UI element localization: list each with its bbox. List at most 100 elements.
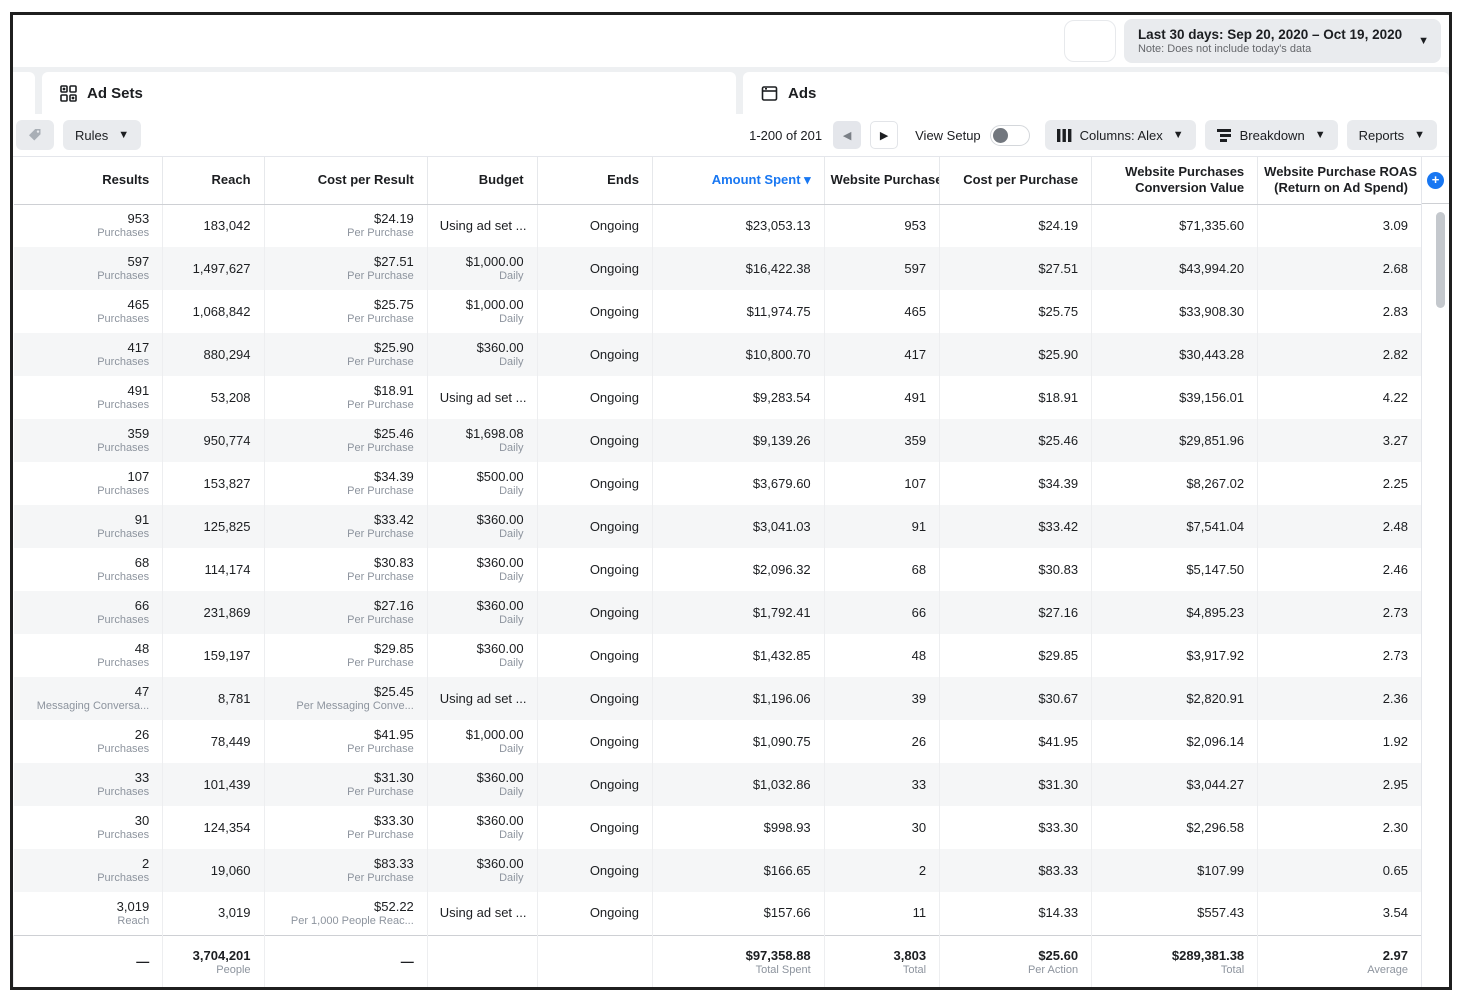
- table-cell: $10,800.70: [652, 333, 824, 376]
- table-cell: $18.91: [940, 376, 1092, 419]
- tab-ad-sets[interactable]: Ad Sets: [42, 72, 736, 114]
- table-row[interactable]: 107Purchases153,827$34.39Per Purchase$50…: [14, 462, 1422, 505]
- table-cell: Ongoing: [537, 419, 652, 462]
- table-cell: $27.16Per Purchase: [264, 591, 427, 634]
- column-header[interactable]: Website Purchases: [824, 157, 939, 204]
- date-range-selector[interactable]: Last 30 days: Sep 20, 2020 – Oct 19, 202…: [1124, 19, 1441, 63]
- table-cell: Ongoing: [537, 763, 652, 806]
- table-cell: $33.42: [940, 505, 1092, 548]
- table-cell: 465: [824, 290, 939, 333]
- toggle-knob: [993, 128, 1008, 143]
- table-cell: $25.46Per Purchase: [264, 419, 427, 462]
- vertical-scrollbar[interactable]: [1436, 212, 1445, 308]
- tab-ads[interactable]: Ads: [743, 72, 1449, 114]
- table-row[interactable]: 33Purchases101,439$31.30Per Purchase$360…: [14, 763, 1422, 806]
- columns-button[interactable]: Columns: Alex ▼: [1045, 120, 1196, 150]
- column-header[interactable]: Website PurchasesConversion Value: [1092, 157, 1258, 204]
- top-bar: Last 30 days: Sep 20, 2020 – Oct 19, 202…: [13, 15, 1449, 67]
- table-cell: $360.00Daily: [427, 591, 537, 634]
- table-row[interactable]: 66Purchases231,869$27.16Per Purchase$360…: [14, 591, 1422, 634]
- column-header[interactable]: Reach: [163, 157, 264, 204]
- breakdown-button[interactable]: Breakdown ▼: [1205, 120, 1338, 150]
- table-cell: 2Purchases: [14, 849, 163, 892]
- rules-button[interactable]: Rules ▼: [63, 120, 141, 150]
- view-setup-label: View Setup: [915, 128, 981, 143]
- metrics-table: ResultsReachCost per ResultBudgetEndsAmo…: [13, 157, 1421, 987]
- table-row[interactable]: 48Purchases159,197$29.85Per Purchase$360…: [14, 634, 1422, 677]
- table-cell: Ongoing: [537, 849, 652, 892]
- table-cell: 2.83: [1258, 290, 1421, 333]
- table-cell: 2.46: [1258, 548, 1421, 591]
- chevron-right-icon: ▶: [880, 129, 888, 142]
- table-cell: $360.00Daily: [427, 806, 537, 849]
- table-cell: $1,090.75: [652, 720, 824, 763]
- table-cell: $25.75Per Purchase: [264, 290, 427, 333]
- table-cell: 30: [824, 806, 939, 849]
- table-cell: Using ad set ...: [427, 204, 537, 247]
- table-cell: 91Purchases: [14, 505, 163, 548]
- table-cell: —: [14, 935, 163, 987]
- table-cell: 2.73: [1258, 591, 1421, 634]
- column-header[interactable]: Ends: [537, 157, 652, 204]
- table-cell: 2.95: [1258, 763, 1421, 806]
- column-header[interactable]: Budget: [427, 157, 537, 204]
- chevron-down-icon: ▼: [1414, 129, 1425, 141]
- table-cell: $4,895.23: [1092, 591, 1258, 634]
- table-row[interactable]: 47Messaging Conversa...8,781$25.45Per Me…: [14, 677, 1422, 720]
- table-cell: $33.30: [940, 806, 1092, 849]
- table-cell: $27.16: [940, 591, 1092, 634]
- table-cell: 48Purchases: [14, 634, 163, 677]
- ads-page-icon: [761, 85, 778, 102]
- chevron-down-icon: ▼: [1418, 35, 1429, 47]
- table-cell: 107Purchases: [14, 462, 163, 505]
- search-pill-partial[interactable]: [1064, 20, 1116, 62]
- reports-label: Reports: [1359, 128, 1405, 143]
- table-cell: $97,358.88Total Spent: [652, 935, 824, 987]
- table-cell: $25.90Per Purchase: [264, 333, 427, 376]
- table-cell: Ongoing: [537, 376, 652, 419]
- add-column-icon[interactable]: +: [1427, 172, 1444, 189]
- view-setup-toggle[interactable]: [990, 125, 1030, 146]
- column-header[interactable]: Results: [14, 157, 163, 204]
- table-cell: $360.00Daily: [427, 634, 537, 677]
- tab-campaigns-partial[interactable]: [13, 72, 35, 114]
- table-cell: [427, 935, 537, 987]
- table-cell: $24.19: [940, 204, 1092, 247]
- column-header[interactable]: Cost per Purchase: [940, 157, 1092, 204]
- table-row[interactable]: 417Purchases880,294$25.90Per Purchase$36…: [14, 333, 1422, 376]
- table-row[interactable]: 3,019Reach3,019$52.22Per 1,000 People Re…: [14, 892, 1422, 935]
- table-row[interactable]: 491Purchases53,208$18.91Per PurchaseUsin…: [14, 376, 1422, 419]
- table-row[interactable]: 597Purchases1,497,627$27.51Per Purchase$…: [14, 247, 1422, 290]
- table-cell: 3.09: [1258, 204, 1421, 247]
- reports-button[interactable]: Reports ▼: [1347, 120, 1437, 150]
- table-cell: $71,335.60: [1092, 204, 1258, 247]
- chevron-down-icon: ▼: [118, 129, 129, 141]
- table-row[interactable]: 30Purchases124,354$33.30Per Purchase$360…: [14, 806, 1422, 849]
- table-cell: $2,296.58: [1092, 806, 1258, 849]
- table-row[interactable]: 2Purchases19,060$83.33Per Purchase$360.0…: [14, 849, 1422, 892]
- table-row[interactable]: 26Purchases78,449$41.95Per Purchase$1,00…: [14, 720, 1422, 763]
- table-row[interactable]: 465Purchases1,068,842$25.75Per Purchase$…: [14, 290, 1422, 333]
- table-cell: Ongoing: [537, 892, 652, 935]
- table-cell: $1,196.06: [652, 677, 824, 720]
- next-page-button[interactable]: ▶: [870, 121, 898, 149]
- table-cell: 2.30: [1258, 806, 1421, 849]
- tag-icon: [27, 127, 43, 143]
- table-row[interactable]: 359Purchases950,774$25.46Per Purchase$1,…: [14, 419, 1422, 462]
- table-header-row: ResultsReachCost per ResultBudgetEndsAmo…: [14, 157, 1422, 204]
- table-cell: $8,267.02: [1092, 462, 1258, 505]
- table-row[interactable]: 953Purchases183,042$24.19Per PurchaseUsi…: [14, 204, 1422, 247]
- table-row[interactable]: 68Purchases114,174$30.83Per Purchase$360…: [14, 548, 1422, 591]
- column-header[interactable]: Website Purchase ROAS(Return on Ad Spend…: [1258, 157, 1421, 204]
- column-header[interactable]: Amount Spent ▾: [652, 157, 824, 204]
- table-cell: $27.51Per Purchase: [264, 247, 427, 290]
- table-cell: $83.33Per Purchase: [264, 849, 427, 892]
- tags-button[interactable]: [16, 120, 54, 150]
- column-header[interactable]: Cost per Result: [264, 157, 427, 204]
- previous-page-button[interactable]: ◀: [833, 121, 861, 149]
- table-cell: 53,208: [163, 376, 264, 419]
- table-row[interactable]: 91Purchases125,825$33.42Per Purchase$360…: [14, 505, 1422, 548]
- table-cell: Ongoing: [537, 634, 652, 677]
- table-cell: $9,139.26: [652, 419, 824, 462]
- table-cell: 953: [824, 204, 939, 247]
